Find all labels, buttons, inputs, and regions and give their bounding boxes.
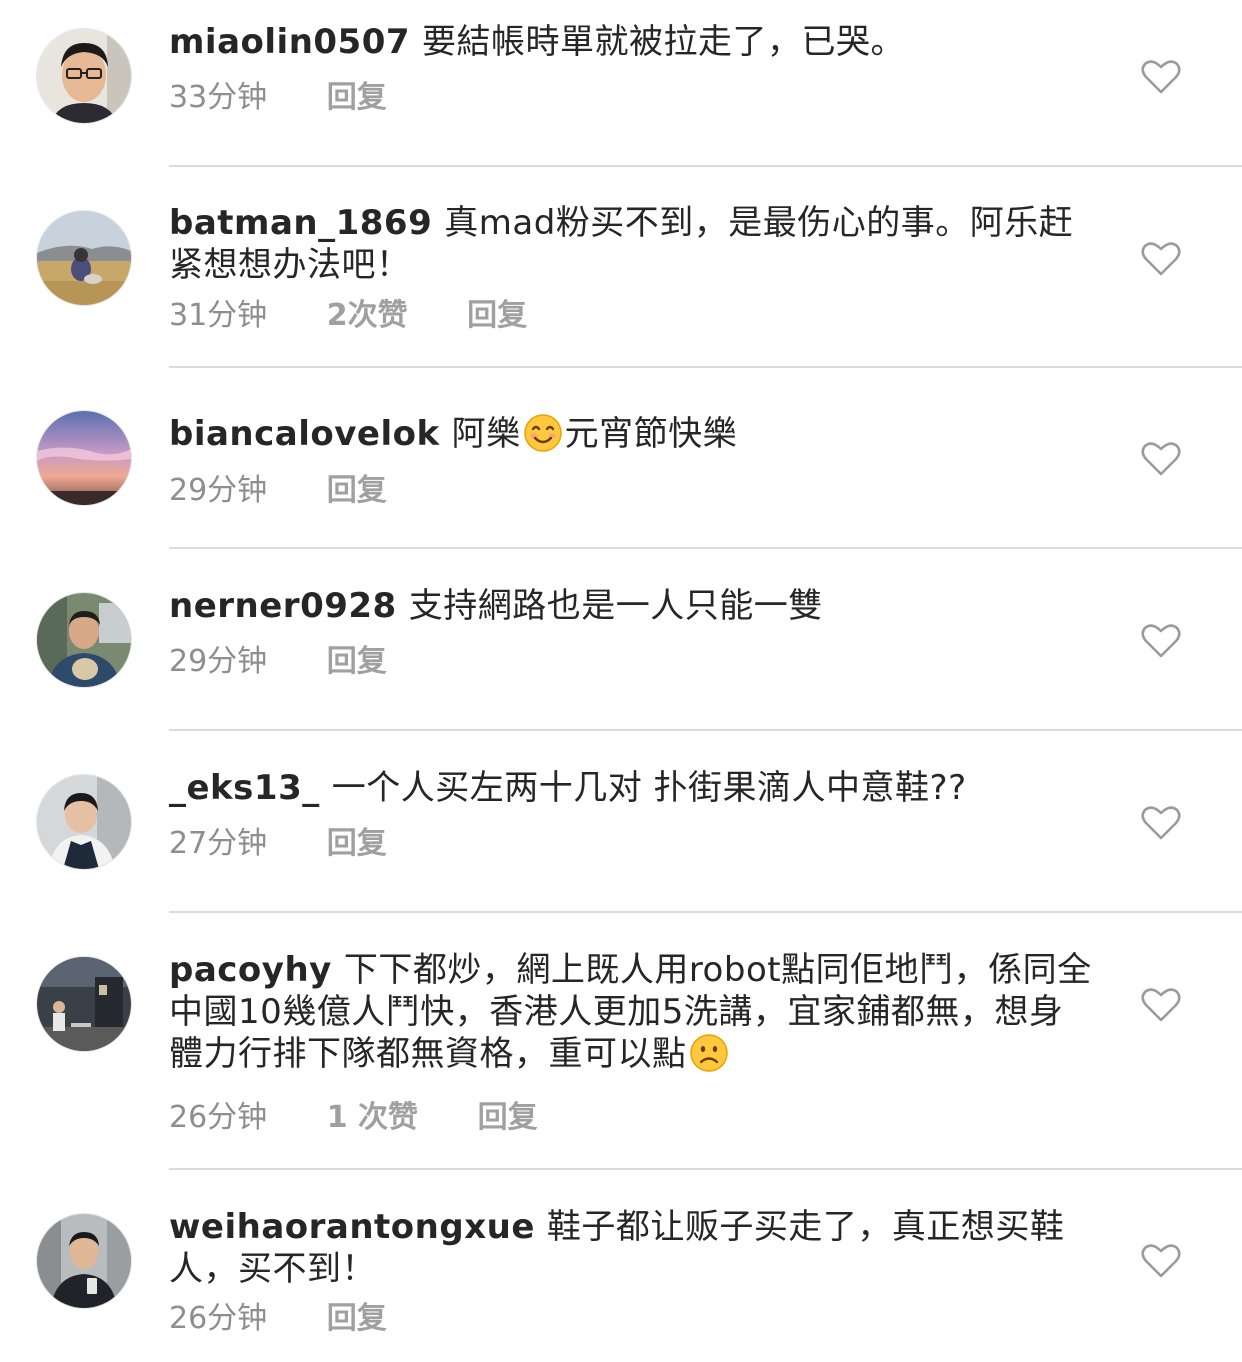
avatar[interactable] bbox=[37, 593, 131, 687]
divider bbox=[169, 729, 1242, 731]
comment-time: 33分钟 bbox=[169, 80, 268, 115]
comment-meta: 29分钟 回复 bbox=[169, 644, 387, 680]
avatar[interactable] bbox=[37, 211, 131, 305]
reply-button[interactable]: 回复 bbox=[467, 298, 527, 334]
heart-icon[interactable] bbox=[1141, 241, 1181, 277]
like-count[interactable]: 1 次赞 bbox=[327, 1100, 418, 1136]
comment-body-continued: 元宵節快樂 bbox=[564, 414, 738, 454]
reply-button[interactable]: 回复 bbox=[327, 826, 387, 862]
comment-text: weihaorantongxue 鞋子都让贩子买走了，真正想买鞋人，买不到！ bbox=[169, 1206, 1094, 1290]
reply-button[interactable]: 回复 bbox=[327, 473, 387, 509]
avatar[interactable] bbox=[37, 1214, 131, 1308]
comment-meta: 33分钟 回复 bbox=[169, 80, 387, 116]
avatar[interactable] bbox=[37, 29, 131, 123]
avatar[interactable] bbox=[37, 411, 131, 505]
comment-text: miaolin0507 要結帳時單就被拉走了，已哭。 bbox=[169, 21, 1094, 63]
comment-text: pacoyhy 下下都炒，網上既人用robot點同佢地鬥，係同全中國10幾億人鬥快… bbox=[169, 949, 1094, 1075]
comment-time: 29分钟 bbox=[169, 473, 268, 508]
avatar[interactable] bbox=[37, 775, 131, 869]
comment-time: 26分钟 bbox=[169, 1301, 268, 1336]
comment-text: nerner0928 支持網路也是一人只能一雙 bbox=[169, 585, 1094, 627]
heart-icon[interactable] bbox=[1141, 805, 1181, 841]
frowning-face-emoji bbox=[689, 1033, 729, 1073]
username-link[interactable]: _eks13_ bbox=[169, 768, 320, 808]
comment-body: 一个人买左两十几对 扑街果滴人中意鞋?? bbox=[331, 768, 967, 808]
comment-list: miaolin0507 要結帳時單就被拉走了，已哭。 33分钟 回复 batma… bbox=[0, 0, 1242, 1362]
reply-button[interactable]: 回复 bbox=[327, 80, 387, 116]
comment-body: 阿樂 bbox=[451, 414, 521, 454]
comment-time: 27分钟 bbox=[169, 826, 268, 861]
heart-icon[interactable] bbox=[1141, 987, 1181, 1023]
comment-meta: 26分钟 1 次赞 回复 bbox=[169, 1100, 538, 1136]
comment-text: batman_1869 真mad粉买不到，是最伤心的事。阿乐赶紧想想办法吧！ bbox=[169, 202, 1094, 286]
divider bbox=[169, 1168, 1242, 1170]
divider bbox=[169, 366, 1242, 368]
comment-time: 29分钟 bbox=[169, 644, 268, 679]
comment-body: 支持網路也是一人只能一雙 bbox=[408, 586, 823, 626]
comment-time: 31分钟 bbox=[169, 298, 268, 333]
smiling-face-emoji bbox=[523, 413, 563, 453]
like-count[interactable]: 2次赞 bbox=[327, 298, 408, 334]
comment-body: 要結帳時單就被拉走了，已哭。 bbox=[422, 22, 906, 62]
username-link[interactable]: weihaorantongxue bbox=[169, 1207, 535, 1247]
divider bbox=[169, 547, 1242, 549]
heart-icon[interactable] bbox=[1141, 441, 1181, 477]
comment-meta: 29分钟 回复 bbox=[169, 473, 387, 509]
comment-time: 26分钟 bbox=[169, 1100, 268, 1135]
comment-meta: 26分钟 回复 bbox=[169, 1301, 387, 1337]
comment-meta: 27分钟 回复 bbox=[169, 826, 387, 862]
heart-icon[interactable] bbox=[1141, 623, 1181, 659]
username-link[interactable]: nerner0928 bbox=[169, 586, 397, 626]
reply-button[interactable]: 回复 bbox=[327, 1301, 387, 1337]
heart-icon[interactable] bbox=[1141, 1243, 1181, 1279]
comment-meta: 31分钟 2次赞 回复 bbox=[169, 298, 527, 334]
username-link[interactable]: batman_1869 bbox=[169, 203, 432, 243]
username-link[interactable]: biancalovelok bbox=[169, 414, 440, 454]
username-link[interactable]: miaolin0507 bbox=[169, 22, 410, 62]
divider bbox=[169, 911, 1242, 913]
comment-text: _eks13_ 一个人买左两十几对 扑街果滴人中意鞋?? bbox=[169, 767, 1094, 809]
avatar[interactable] bbox=[37, 957, 131, 1051]
divider bbox=[169, 165, 1242, 167]
heart-icon[interactable] bbox=[1141, 59, 1181, 95]
comment-text: biancalovelok 阿樂 元宵節快樂 bbox=[169, 413, 1094, 455]
reply-button[interactable]: 回复 bbox=[478, 1100, 538, 1136]
username-link[interactable]: pacoyhy bbox=[169, 950, 332, 990]
reply-button[interactable]: 回复 bbox=[327, 644, 387, 680]
